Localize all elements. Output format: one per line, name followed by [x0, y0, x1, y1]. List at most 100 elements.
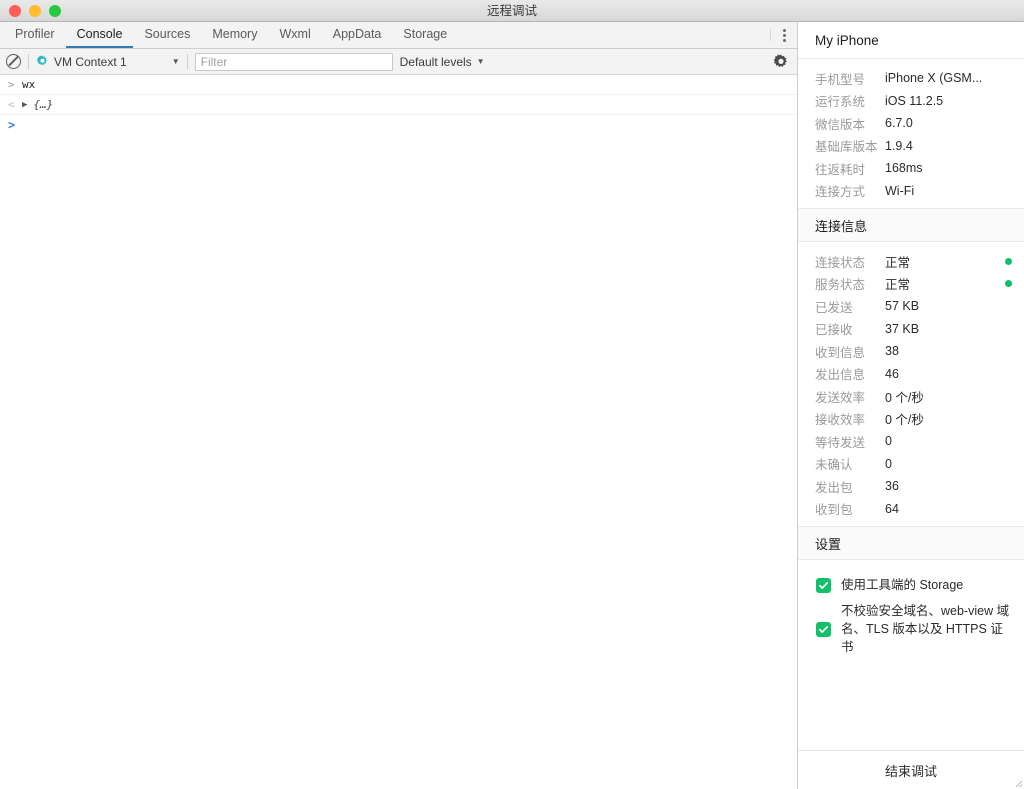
- info-key: 已发送: [815, 297, 885, 316]
- kebab-dot: [783, 34, 786, 37]
- info-row-base-lib-version: 基础库版本 1.9.4: [798, 135, 1024, 158]
- info-key: 未确认: [815, 454, 885, 473]
- devtools-pane: Profiler Console Sources Memory Wxml App…: [0, 22, 798, 789]
- info-row-received-bytes: 已接收 37 KB: [798, 318, 1024, 341]
- device-panel: My iPhone 手机型号 iPhone X (GSM... 运行系统 iOS…: [798, 22, 1024, 789]
- disclosure-triangle-icon[interactable]: ▶: [22, 100, 27, 110]
- no-entry-clear-console-icon[interactable]: [6, 54, 21, 69]
- info-key: 发送效率: [815, 387, 885, 406]
- info-value: 0: [885, 434, 1012, 448]
- info-row-roundtrip-time: 往返耗时 168ms: [798, 157, 1024, 180]
- info-row-phone-model: 手机型号 iPhone X (GSM...: [798, 67, 1024, 90]
- setting-row-skip-domain-verification[interactable]: 不校验安全域名、web-view 域名、TLS 版本以及 HTTPS 证书: [798, 598, 1024, 660]
- info-row-os: 运行系统 iOS 11.2.5: [798, 90, 1024, 113]
- info-key: 往返耗时: [815, 159, 885, 178]
- info-key: 收到包: [815, 499, 885, 518]
- info-row-service-status: 服务状态 正常: [798, 273, 1024, 296]
- info-row-unconfirmed: 未确认 0: [798, 453, 1024, 476]
- info-value: 0 个/秒: [885, 409, 1012, 428]
- console-output-text: {…}: [33, 98, 53, 111]
- info-value: Wi-Fi: [885, 184, 1012, 198]
- tab-console[interactable]: Console: [66, 22, 134, 48]
- window-title: 远程调试: [0, 0, 1024, 22]
- console-prompt-row[interactable]: >: [0, 115, 797, 135]
- tab-appdata[interactable]: AppData: [322, 22, 393, 48]
- info-value: 6.7.0: [885, 116, 1012, 130]
- info-key: 发出信息: [815, 364, 885, 383]
- kebab-dot: [783, 39, 786, 42]
- info-value: 37 KB: [885, 322, 1012, 336]
- checkbox-checked-icon[interactable]: [816, 622, 831, 637]
- setting-label: 不校验安全域名、web-view 域名、TLS 版本以及 HTTPS 证书: [841, 602, 1010, 656]
- tab-sources[interactable]: Sources: [133, 22, 201, 48]
- info-value: 57 KB: [885, 299, 1012, 313]
- log-levels-label: Default levels: [400, 55, 472, 69]
- tab-wxml[interactable]: Wxml: [268, 22, 321, 48]
- info-key: 接收效率: [815, 409, 885, 428]
- tab-memory[interactable]: Memory: [201, 22, 268, 48]
- panel-scroll-area: 手机型号 iPhone X (GSM... 运行系统 iOS 11.2.5 微信…: [798, 59, 1024, 750]
- info-row-messages-received: 收到信息 38: [798, 340, 1024, 363]
- info-row-connection-type: 连接方式 Wi-Fi: [798, 180, 1024, 203]
- console-log-area[interactable]: > wx < ▶ {…} >: [0, 75, 797, 789]
- window-titlebar: 远程调试: [0, 0, 1024, 22]
- devtools-tabs: Profiler Console Sources Memory Wxml App…: [0, 22, 458, 48]
- info-value: 正常: [885, 274, 1001, 293]
- vm-context-selector[interactable]: VM Context 1 ▼: [36, 55, 180, 69]
- kebab-menu-icon[interactable]: [771, 22, 797, 48]
- tab-profiler[interactable]: Profiler: [4, 22, 66, 48]
- console-output-row[interactable]: < ▶ {…}: [0, 95, 797, 115]
- status-ok-dot-icon: [1005, 280, 1012, 287]
- toolbar-divider: [187, 54, 188, 69]
- info-row-messages-sent: 发出信息 46: [798, 363, 1024, 386]
- tabbar-spacer: [458, 22, 770, 48]
- info-key: 基础库版本: [815, 136, 885, 155]
- info-value: 正常: [885, 252, 1001, 271]
- filter-input[interactable]: [195, 53, 393, 71]
- remote-debug-window: 远程调试 Profiler Console Sources Memory Wxm…: [0, 0, 1024, 789]
- info-row-packets-sent: 发出包 36: [798, 475, 1024, 498]
- toolbar-divider: [28, 54, 29, 69]
- section-header-settings: 设置: [798, 526, 1024, 560]
- info-value: 38: [885, 344, 1012, 358]
- info-value: 64: [885, 502, 1012, 516]
- section-header-connection-info: 连接信息: [798, 208, 1024, 242]
- minimize-window-button[interactable]: [29, 5, 41, 17]
- main-split: Profiler Console Sources Memory Wxml App…: [0, 22, 1024, 789]
- info-row-send-rate: 发送效率 0 个/秒: [798, 385, 1024, 408]
- info-value: 168ms: [885, 161, 1012, 175]
- maximize-window-button[interactable]: [49, 5, 61, 17]
- device-name-title: My iPhone: [798, 22, 1024, 59]
- console-input-text: wx: [22, 78, 35, 91]
- device-info-list: 手机型号 iPhone X (GSM... 运行系统 iOS 11.2.5 微信…: [798, 59, 1024, 208]
- checkbox-checked-icon[interactable]: [816, 578, 831, 593]
- window-traffic-lights: [0, 5, 61, 17]
- info-row-sent-bytes: 已发送 57 KB: [798, 295, 1024, 318]
- console-input-row: > wx: [0, 75, 797, 95]
- info-value: iOS 11.2.5: [885, 94, 1012, 108]
- info-key: 服务状态: [815, 274, 885, 293]
- panel-footer: 结束调试: [798, 750, 1024, 789]
- gear-icon[interactable]: [773, 54, 789, 70]
- info-key: 手机型号: [815, 69, 885, 88]
- connection-info-list: 连接状态 正常 服务状态 正常 已发送 57 KB 已接收: [798, 242, 1024, 526]
- info-key: 微信版本: [815, 114, 885, 133]
- close-window-button[interactable]: [9, 5, 21, 17]
- log-levels-selector[interactable]: Default levels ▼: [400, 55, 485, 69]
- input-marker: >: [8, 78, 22, 91]
- info-key: 收到信息: [815, 342, 885, 361]
- info-row-connection-status: 连接状态 正常: [798, 250, 1024, 273]
- status-ok-dot-icon: [1005, 258, 1012, 265]
- tab-storage[interactable]: Storage: [392, 22, 458, 48]
- info-key: 发出包: [815, 477, 885, 496]
- prompt-marker: >: [8, 118, 22, 132]
- info-row-pending-send: 等待发送 0: [798, 430, 1024, 453]
- end-debug-button[interactable]: 结束调试: [885, 761, 937, 780]
- setting-label: 使用工具端的 Storage: [841, 576, 963, 594]
- info-key: 等待发送: [815, 432, 885, 451]
- info-key: 运行系统: [815, 91, 885, 110]
- settings-list: 使用工具端的 Storage 不校验安全域名、web-view 域名、TLS 版…: [798, 560, 1024, 669]
- setting-row-use-tool-storage[interactable]: 使用工具端的 Storage: [798, 572, 1024, 598]
- info-value: 0 个/秒: [885, 387, 1012, 406]
- info-key: 连接状态: [815, 252, 885, 271]
